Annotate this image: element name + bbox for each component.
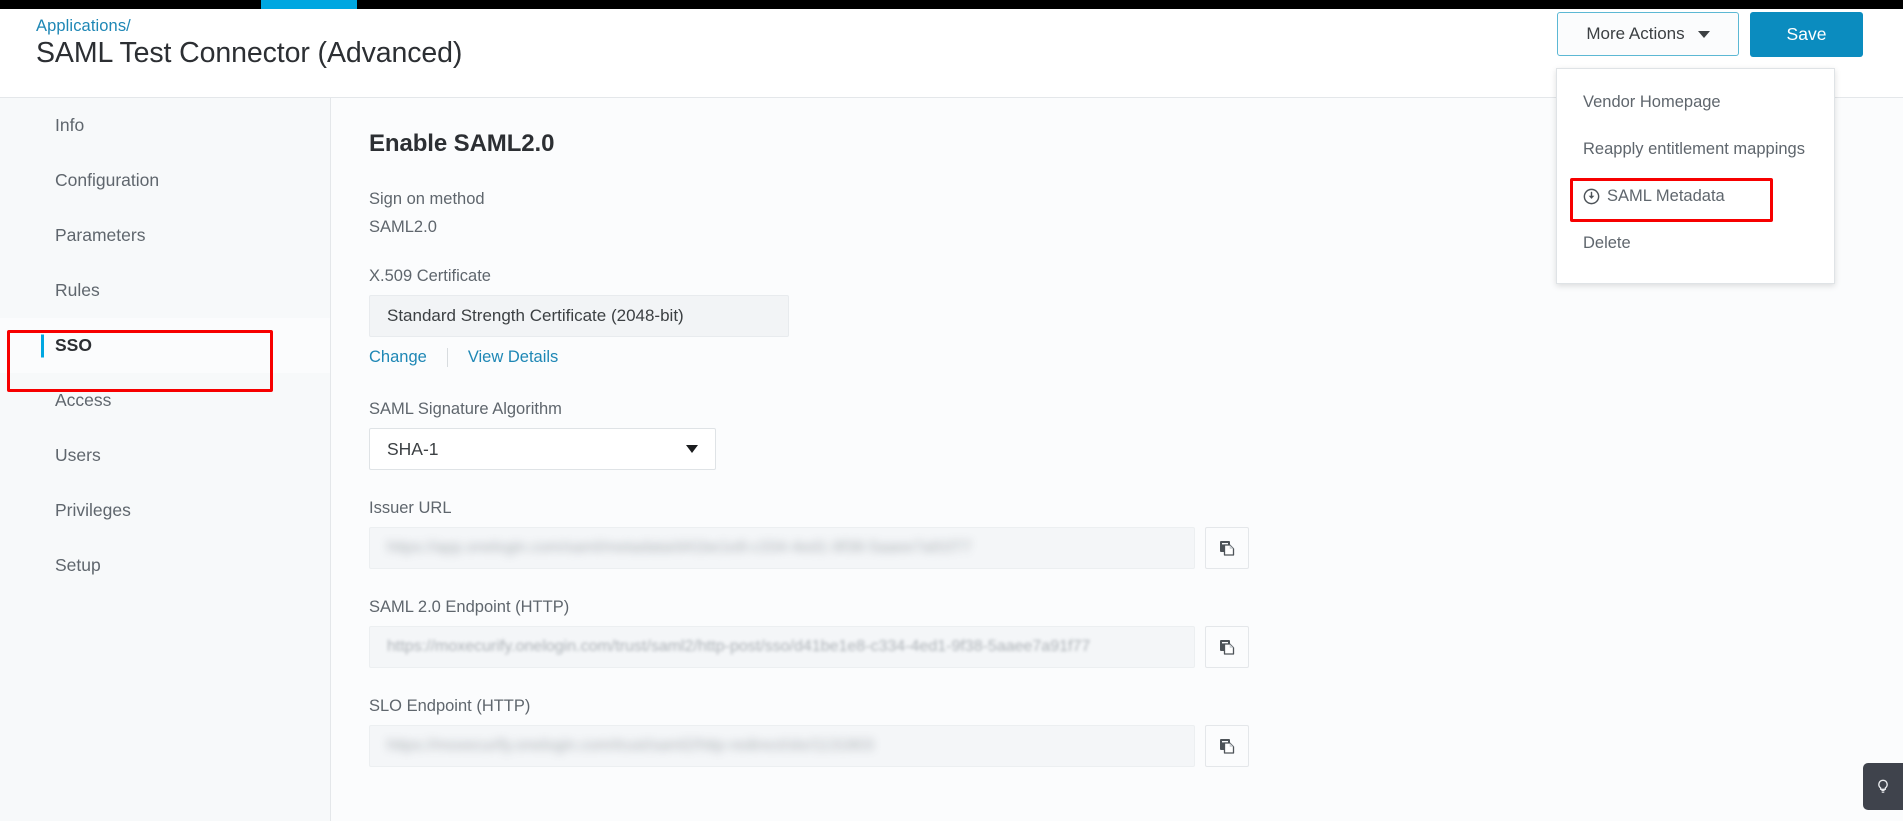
sidebar-item-label: Parameters <box>55 225 146 245</box>
sidebar-item-label: SSO <box>55 335 92 355</box>
top-progress-accent <box>261 0 357 9</box>
menu-item-saml-metadata[interactable]: SAML Metadata <box>1557 173 1834 220</box>
top-progress-strip <box>0 0 1903 9</box>
chevron-down-icon <box>1697 30 1710 38</box>
slo-endpoint-field[interactable]: https://moxecurify.onelogin.com/trust/sa… <box>369 725 1195 767</box>
sidebar-nav: Info Configuration Parameters Rules SSO … <box>0 98 331 821</box>
sidebar-item-parameters[interactable]: Parameters <box>0 208 330 263</box>
signature-algorithm-value: SHA-1 <box>387 438 439 459</box>
signature-algorithm-label: SAML Signature Algorithm <box>369 400 562 418</box>
lightbulb-icon <box>1878 779 1888 793</box>
copy-slo-endpoint-button[interactable] <box>1205 725 1249 767</box>
sidebar-item-label: Privileges <box>55 500 131 520</box>
sidebar-item-label: Access <box>55 390 112 410</box>
sidebar-item-privileges[interactable]: Privileges <box>0 483 330 538</box>
slo-endpoint-value: https://moxecurify.onelogin.com/trust/sa… <box>387 737 874 754</box>
sidebar-item-label: Configuration <box>55 170 160 190</box>
issuer-url-field[interactable]: https://app.onelogin.com/saml/metadata/d… <box>369 527 1195 569</box>
change-certificate-link[interactable]: Change <box>369 348 427 367</box>
certificate-value-box: Standard Strength Certificate (2048-bit) <box>369 295 789 337</box>
slo-endpoint-label: SLO Endpoint (HTTP) <box>369 697 531 715</box>
save-button[interactable]: Save <box>1750 12 1863 57</box>
copy-icon <box>1220 640 1235 655</box>
saml-endpoint-value: https://moxecurify.onelogin.com/trust/sa… <box>387 638 1091 655</box>
sidebar-item-users[interactable]: Users <box>0 428 330 483</box>
more-actions-dropdown-menu[interactable]: Vendor Homepage Reapply entitlement mapp… <box>1556 68 1835 284</box>
copy-saml-endpoint-button[interactable] <box>1205 626 1249 668</box>
menu-item-label: Vendor Homepage <box>1583 93 1721 111</box>
issuer-url-value: https://app.onelogin.com/saml/metadata/d… <box>387 539 972 556</box>
download-circle-icon <box>1583 188 1600 205</box>
menu-item-label: Delete <box>1583 234 1631 252</box>
issuer-url-label: Issuer URL <box>369 499 452 517</box>
breadcrumb-link-applications[interactable]: Applications <box>36 17 126 35</box>
more-actions-label: More Actions <box>1586 24 1685 43</box>
page-title: SAML Test Connector (Advanced) <box>36 37 463 69</box>
active-indicator-bar <box>41 334 44 357</box>
help-widget-button[interactable] <box>1863 763 1903 810</box>
copy-icon <box>1220 739 1235 754</box>
more-actions-button[interactable]: More Actions <box>1557 12 1739 56</box>
saml-endpoint-label: SAML 2.0 Endpoint (HTTP) <box>369 598 570 616</box>
breadcrumb-separator: / <box>126 17 131 35</box>
sidebar-item-label: Users <box>55 445 101 465</box>
link-divider <box>446 348 448 367</box>
certificate-value: Standard Strength Certificate (2048-bit) <box>387 306 684 325</box>
saml-endpoint-field[interactable]: https://moxecurify.onelogin.com/trust/sa… <box>369 626 1195 668</box>
sidebar-item-sso[interactable]: SSO <box>0 318 330 373</box>
sidebar-item-label: Setup <box>55 555 101 575</box>
issuer-url-group: Issuer URL https://app.onelogin.com/saml… <box>369 499 1903 569</box>
menu-item-label: SAML Metadata <box>1607 187 1725 205</box>
saml-endpoint-group: SAML 2.0 Endpoint (HTTP) https://moxecur… <box>369 598 1903 668</box>
slo-endpoint-group: SLO Endpoint (HTTP) https://moxecurify.o… <box>369 697 1903 767</box>
menu-item-vendor-homepage[interactable]: Vendor Homepage <box>1557 79 1834 126</box>
breadcrumb: Applications/ <box>36 17 131 36</box>
sidebar-item-info[interactable]: Info <box>0 98 330 153</box>
sidebar-item-rules[interactable]: Rules <box>0 263 330 318</box>
menu-item-label: Reapply entitlement mappings <box>1583 140 1805 158</box>
chevron-down-icon <box>686 445 698 453</box>
sidebar-item-configuration[interactable]: Configuration <box>0 153 330 208</box>
copy-icon <box>1220 541 1235 556</box>
menu-item-delete[interactable]: Delete <box>1557 220 1834 267</box>
signature-algorithm-select[interactable]: SHA-1 <box>369 428 716 470</box>
menu-item-reapply-entitlement-mappings[interactable]: Reapply entitlement mappings <box>1557 126 1834 173</box>
view-details-link[interactable]: View Details <box>468 348 558 367</box>
sidebar-item-label: Info <box>55 115 85 135</box>
sidebar-item-access[interactable]: Access <box>0 373 330 428</box>
signature-algorithm-group: SAML Signature Algorithm SHA-1 <box>369 400 1903 470</box>
sidebar-item-label: Rules <box>55 280 100 300</box>
save-button-label: Save <box>1786 24 1827 44</box>
copy-issuer-url-button[interactable] <box>1205 527 1249 569</box>
certificate-links: Change View Details <box>369 348 1903 367</box>
sidebar-item-setup[interactable]: Setup <box>0 538 330 593</box>
